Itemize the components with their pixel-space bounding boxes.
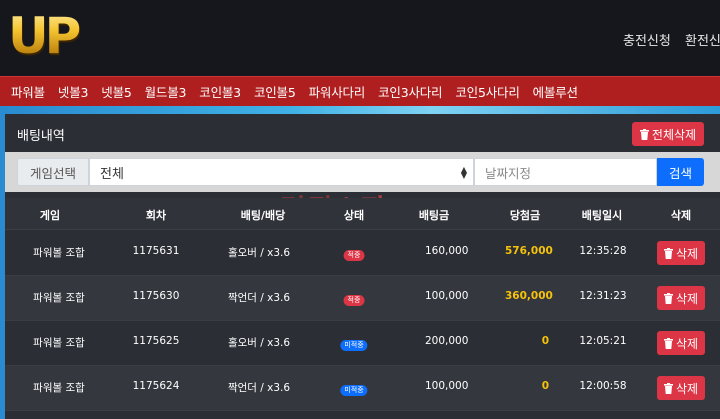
trash-icon — [663, 247, 673, 259]
date-input[interactable]: 날짜지정 — [474, 158, 657, 186]
trash-icon — [663, 292, 673, 304]
table-row: 파워볼 조합 1175625 홀오버 / x3.6 미적중 200,000 0 … — [5, 321, 720, 366]
nav-item-netball5[interactable]: 넷볼5 — [101, 82, 132, 101]
nav-item-coinball3[interactable]: 코인볼3 — [199, 82, 241, 101]
col-bet-odds: 배팅/배당 — [240, 209, 286, 222]
nav-item-coinball5[interactable]: 코인볼5 — [254, 82, 296, 101]
cell-win: 0 — [541, 335, 549, 347]
cell-bet: 홀오버 / x3.6 — [227, 247, 291, 259]
status-badge: 미적중 — [340, 340, 368, 351]
cell-game: 파워볼 조합 — [33, 247, 85, 259]
filter-bar: 게임선택 전체 ▲ ▼ 날짜지정 검색 — [5, 152, 720, 192]
cell-time: 12:05:21 — [579, 335, 627, 347]
row-delete-label: 삭제 — [675, 336, 699, 351]
bet-history-panel: 배팅내역 전체삭제 게임선택 전체 ▲▼ 날짜지정 검색 먹튀스팟 게임 회차 … — [5, 114, 720, 419]
cell-round: 1175630 — [132, 290, 180, 302]
cell-game: 파워볼 조합 — [33, 337, 85, 349]
cell-bet: 홀오버 / x3.6 — [227, 337, 291, 349]
col-bet-amount: 배팅금 — [418, 209, 450, 222]
search-button[interactable]: 검색 — [657, 158, 704, 186]
row-delete-label: 삭제 — [675, 381, 699, 396]
cell-round: 1175624 — [132, 380, 180, 392]
trash-icon — [639, 128, 649, 140]
row-delete-button[interactable]: 삭제 — [657, 376, 705, 400]
status-badge: 미적중 — [340, 385, 368, 396]
cell-game: 파워볼 조합 — [33, 292, 85, 304]
game-select[interactable]: 전체 ▲ ▼ — [89, 158, 474, 186]
select-caret-icon: ▲ ▼ — [460, 165, 467, 180]
trash-icon — [663, 382, 673, 394]
row-delete-button[interactable]: 삭제 — [657, 286, 705, 310]
cell-bet: 짝언더 / x3.6 — [227, 382, 291, 394]
cell-amount: 100,000 — [425, 290, 469, 302]
cell-time: 12:00:58 — [579, 380, 627, 392]
site-logo[interactable]: UP — [8, 6, 82, 66]
cell-time: 12:35:28 — [579, 245, 627, 257]
cell-bet: 짝언더 / x3.6 — [227, 292, 291, 304]
col-bet-time: 배팅일시 — [581, 209, 623, 222]
cell-round: 1175625 — [132, 335, 180, 347]
table-row: 파워볼 조합 1175624 짝언더 / x3.6 미적중 100,000 0 … — [5, 366, 720, 411]
nav-item-power-ladder[interactable]: 파워사다리 — [309, 82, 366, 101]
exchange-request-link[interactable]: 환전신 — [685, 30, 720, 49]
charge-request-link[interactable]: 충전신청 — [623, 30, 671, 49]
col-game: 게임 — [39, 209, 61, 222]
status-badge: 적중 — [343, 295, 365, 306]
row-delete-button[interactable]: 삭제 — [657, 241, 705, 265]
cell-round: 1175631 — [132, 245, 180, 257]
cell-game: 파워볼 조합 — [33, 382, 85, 394]
cell-win: 576,000 — [505, 245, 553, 257]
nav-item-coin5-ladder[interactable]: 코인5사다리 — [455, 82, 519, 101]
status-badge: 적중 — [343, 250, 365, 261]
cell-amount: 100,000 — [425, 380, 469, 392]
panel-title: 배팅내역 — [17, 129, 65, 144]
delete-all-button[interactable]: 전체삭제 — [632, 122, 704, 146]
nav-item-coin3-ladder[interactable]: 코인3사다리 — [378, 82, 442, 101]
table-row: 파워볼 조합 1175631 홀오버 / x3.6 적중 160,000 576… — [5, 231, 720, 276]
col-delete: 삭제 — [670, 209, 692, 222]
cell-win: 0 — [541, 380, 549, 392]
table-header: 게임 회차 배팅/배당 상태 배팅금 당첨금 배팅일시 삭제 — [5, 198, 720, 230]
row-delete-button[interactable]: 삭제 — [657, 331, 705, 355]
nav-item-worldball3[interactable]: 월드볼3 — [145, 82, 187, 101]
delete-all-label: 전체삭제 — [651, 127, 697, 142]
nav-item-netball3[interactable]: 넷볼3 — [58, 82, 89, 101]
nav-item-evolution[interactable]: 에볼루션 — [533, 82, 578, 101]
trash-icon — [663, 337, 673, 349]
cell-amount: 160,000 — [425, 245, 469, 257]
game-nav: 파워볼 넷볼3 넷볼5 월드볼3 코인볼3 코인볼5 파워사다리 코인3사다리 … — [0, 76, 720, 106]
game-select-label: 게임선택 — [17, 158, 89, 186]
top-header: UP 충전신청 환전신 — [0, 0, 720, 76]
col-win-amount: 당첨금 — [509, 209, 541, 222]
row-delete-label: 삭제 — [675, 246, 699, 261]
row-delete-label: 삭제 — [675, 291, 699, 306]
col-round: 회차 — [145, 209, 167, 222]
cell-win: 360,000 — [505, 290, 553, 302]
table-row: 파워볼 조합 1175630 짝언더 / x3.6 적중 100,000 360… — [5, 276, 720, 321]
col-status: 상태 — [343, 209, 365, 222]
nav-item-powerball[interactable]: 파워볼 — [11, 82, 45, 101]
cell-time: 12:31:23 — [579, 290, 627, 302]
game-select-value: 전체 — [100, 166, 124, 182]
cell-amount: 200,000 — [425, 335, 469, 347]
